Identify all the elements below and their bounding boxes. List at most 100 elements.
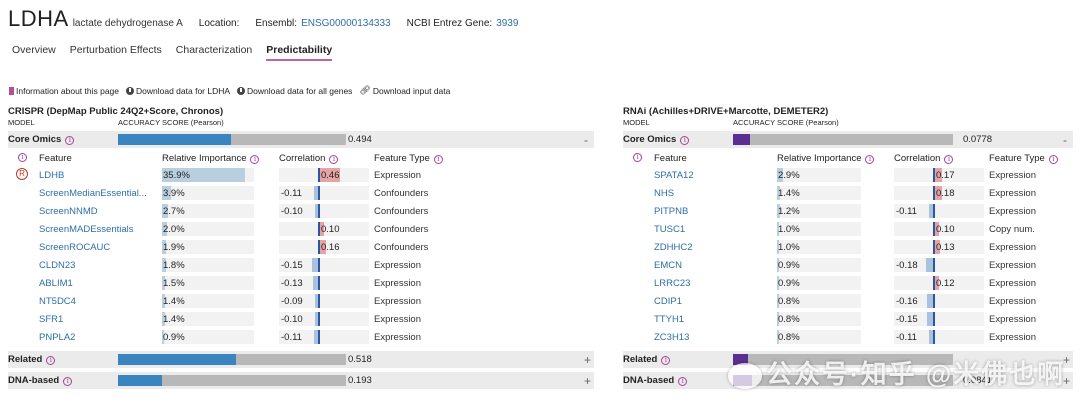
feature-row: PNPLA2 0.9% -0.11 Expression: [8, 328, 594, 346]
feature-row: ScreenMedianEssential... 3.9% -0.11 Confoun…: [8, 184, 594, 202]
info-icon[interactable]: i: [18, 153, 27, 162]
accuracy-value: 0.518: [348, 354, 372, 365]
tab-perturbation-effects[interactable]: Perturbation Effects: [70, 44, 162, 61]
importance-value: 2.9%: [778, 170, 800, 181]
info-icon[interactable]: i: [944, 155, 954, 164]
correlation-value: -0.15: [281, 260, 303, 271]
feature-type-column-header: Feature Type i: [989, 153, 1058, 164]
info-icon[interactable]: i: [65, 136, 75, 145]
feature-name-link[interactable]: SFR1: [39, 314, 63, 325]
feature-name-link[interactable]: CDIP1: [654, 296, 682, 307]
feature-name-link[interactable]: TTYH1: [654, 314, 684, 325]
feature-type: Confounders: [374, 224, 429, 235]
importance-value: 0.9%: [163, 332, 185, 343]
feature-table-header: i Feature Relative Importance i Correlation i…: [8, 150, 594, 166]
feature-name-link[interactable]: ScreenNNMD: [39, 206, 98, 217]
feature-name-link[interactable]: ABLIM1: [39, 278, 73, 289]
feature-name-link[interactable]: ZDHHC2: [654, 242, 693, 253]
feature-name-link[interactable]: PITPNB: [654, 206, 688, 217]
importance-value: 1.0%: [778, 242, 800, 253]
importance-bar: 1.2%: [777, 204, 861, 218]
info-icon[interactable]: i: [633, 153, 642, 162]
feature-name-link[interactable]: LDHB: [39, 170, 64, 181]
feature-name-link[interactable]: CLDN23: [39, 260, 75, 271]
entrez-label: NCBI Entrez Gene:: [406, 18, 493, 29]
feature-row: R LDHB 35.9% 0.46 Expression: [8, 166, 594, 184]
correlation-value: 0.16: [321, 242, 340, 253]
download-all-genes-link[interactable]: Download data for all genes: [237, 85, 352, 96]
watermark-logo-icon: [728, 363, 762, 390]
feature-name-link[interactable]: EMCN: [654, 260, 682, 271]
info-icon[interactable]: i: [433, 155, 443, 164]
info-icon[interactable]: i: [329, 155, 339, 164]
feature-name-link[interactable]: ScreenMADEssentials: [39, 224, 134, 235]
expand-toggle[interactable]: +: [584, 374, 591, 388]
collapse-toggle[interactable]: -: [584, 133, 588, 147]
feature-type: Expression: [374, 170, 421, 181]
collapse-toggle[interactable]: -: [1063, 133, 1067, 147]
feature-type: Confounders: [374, 188, 429, 199]
expand-toggle[interactable]: +: [584, 353, 591, 367]
feature-name-link[interactable]: NT5DC4: [39, 296, 76, 307]
importance-bar: 0.9%: [777, 258, 861, 272]
info-icon[interactable]: i: [680, 136, 690, 145]
importance-bar: 0.8%: [777, 294, 861, 308]
download-ldha-label: Download data for LDHA: [136, 85, 231, 96]
ensembl-link[interactable]: ENSG00000134333: [301, 18, 391, 29]
correlation-bar: 0.13: [894, 240, 984, 254]
importance-value: 1.5%: [163, 278, 185, 289]
feature-name-link[interactable]: PNPLA2: [39, 332, 75, 343]
model-label: MODEL: [8, 118, 35, 127]
feature-row: SPATA12 2.9% 0.17 Expression: [623, 166, 1073, 184]
download-icon: [237, 86, 246, 95]
correlation-zero-line: [318, 240, 320, 254]
feature-name-link[interactable]: LRRC23: [654, 278, 690, 289]
model-label: MODEL: [623, 118, 650, 127]
feature-name-link[interactable]: ZC3H13: [654, 332, 689, 343]
feature-type: Expression: [989, 278, 1036, 289]
feature-name-link[interactable]: ScreenROCAUC: [39, 242, 110, 253]
info-icon[interactable]: i: [1048, 155, 1058, 164]
info-icon[interactable]: i: [46, 356, 56, 365]
correlation-zero-line: [318, 204, 320, 218]
core-omics-section[interactable]: Core Omics i 0.0778 -: [623, 131, 1073, 148]
info-icon[interactable]: i: [865, 155, 875, 164]
info-page-link[interactable]: Information about this page: [9, 85, 119, 96]
core-omics-section[interactable]: Core Omics i 0.494 -: [8, 131, 594, 148]
accuracy-bar-track: [118, 354, 346, 365]
dna-based-section[interactable]: DNA-based i 0.193 +: [8, 372, 594, 389]
accuracy-bar-fill: [118, 134, 231, 145]
correlation-zero-line: [933, 276, 935, 290]
info-icon[interactable]: i: [678, 377, 688, 386]
feature-name-link[interactable]: SPATA12: [654, 170, 694, 181]
correlation-bar: 0.16: [279, 240, 369, 254]
feature-name-link[interactable]: ScreenMedianEssential...: [39, 188, 147, 199]
correlation-bar: 0.10: [279, 222, 369, 236]
feature-type-column-header-text: Feature Type: [374, 153, 430, 164]
correlation-zero-line: [318, 276, 320, 290]
related-section[interactable]: Related i 0.518 +: [8, 351, 594, 368]
download-input-link[interactable]: 🔗︎ Download input data: [359, 85, 450, 96]
info-icon[interactable]: i: [661, 356, 671, 365]
feature-type: Expression: [989, 206, 1036, 217]
tab-characterization[interactable]: Characterization: [176, 44, 252, 61]
correlation-bar: -0.10: [279, 312, 369, 326]
info-icon[interactable]: i: [63, 377, 73, 386]
feature-type: Expression: [374, 278, 421, 289]
tab-predictability[interactable]: Predictability: [266, 44, 333, 61]
info-icon[interactable]: i: [250, 155, 260, 164]
correlation-zero-line: [318, 312, 320, 326]
feature-name-link[interactable]: TUSC1: [654, 224, 685, 235]
feature-table-header: i Feature Relative Importance i Correlation i…: [623, 150, 1073, 166]
feature-row: NHS 1.4% 0.18 Expression: [623, 184, 1073, 202]
correlation-zero-line: [318, 222, 320, 236]
feature-name-link[interactable]: NHS: [654, 188, 674, 199]
correlation-column-header: Correlation i: [279, 153, 339, 164]
tab-overview[interactable]: Overview: [12, 44, 56, 61]
correlation-bar: -0.15: [894, 312, 984, 326]
entrez-link[interactable]: 3939: [496, 18, 518, 29]
importance-value: 1.8%: [163, 260, 185, 271]
importance-bar: 0.8%: [777, 330, 861, 344]
correlation-zero-line: [318, 168, 320, 182]
download-ldha-link[interactable]: Download data for LDHA: [126, 85, 230, 96]
